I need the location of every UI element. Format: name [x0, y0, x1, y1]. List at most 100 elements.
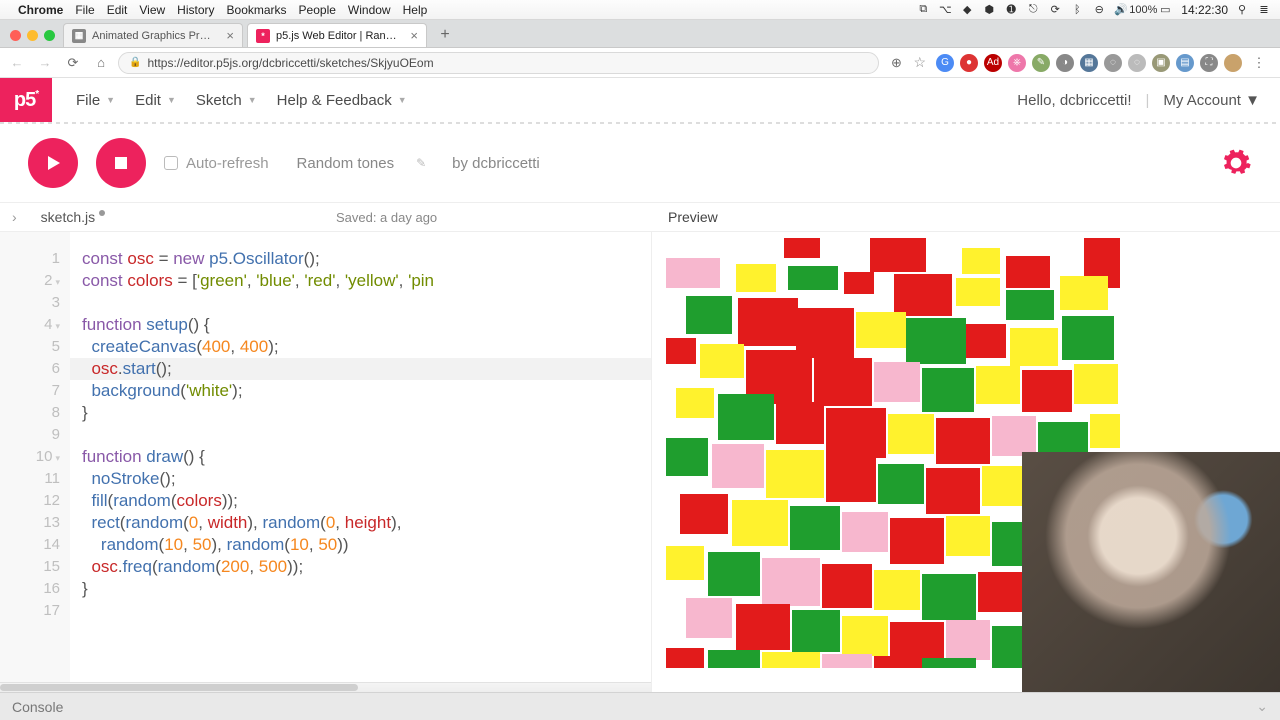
auto-refresh-checkbox[interactable] [164, 156, 178, 170]
code-content[interactable]: const osc = new p5.Oscillator(); const c… [70, 232, 651, 692]
favicon: * [256, 29, 270, 43]
zoom-icon[interactable]: ⊕ [885, 52, 907, 74]
chevron-down-icon: ▼ [106, 95, 115, 105]
menubar-icon[interactable]: ⎋ [1025, 3, 1041, 17]
menubar-icon[interactable]: ◆ [959, 3, 975, 17]
mac-menu-item[interactable]: Help [403, 3, 428, 17]
sidebar-expand-icon[interactable]: › [12, 209, 17, 225]
menubar-icon[interactable]: ⬢ [981, 3, 997, 17]
favicon: ▦ [72, 29, 86, 43]
minimize-window-button[interactable] [27, 30, 38, 41]
address-bar[interactable]: 🔒 https://editor.p5js.org/dcbriccetti/sk… [118, 52, 879, 74]
tab-title: p5.js Web Editor | Random… [276, 30, 400, 42]
url-text: https://editor.p5js.org/dcbriccetti/sket… [147, 56, 433, 70]
extension-icon[interactable]: G [936, 54, 954, 72]
settings-gear-icon[interactable] [1220, 147, 1252, 179]
extension-icon[interactable]: Ad [984, 54, 1002, 72]
extension-icon[interactable]: ▤ [1176, 54, 1194, 72]
p5-menu-item[interactable]: Sketch ▼ [196, 92, 257, 109]
save-status: Saved: a day ago [105, 210, 668, 225]
browser-toolbar: ← → ⟳ ⌂ 🔒 https://editor.p5js.org/dcbric… [0, 48, 1280, 78]
horizontal-scrollbar[interactable] [0, 682, 651, 692]
mac-menu-item[interactable]: Window [348, 3, 391, 17]
browser-tab[interactable]: ▦ Animated Graphics Programmi… × [63, 23, 243, 47]
extension-icon[interactable]: ◌ [1128, 54, 1146, 72]
mac-menu-item[interactable]: File [75, 3, 94, 17]
lock-icon: 🔒 [129, 57, 141, 68]
preview-pane [652, 232, 1280, 692]
p5-menu-item[interactable]: File ▼ [76, 92, 115, 109]
new-tab-button[interactable]: + [433, 25, 457, 45]
active-app-name[interactable]: Chrome [18, 3, 63, 17]
battery-icon[interactable]: ▭ [1157, 3, 1173, 17]
window-controls [6, 30, 63, 47]
chevron-down-icon: ▼ [1245, 92, 1260, 109]
battery-text: 100% [1135, 3, 1151, 17]
code-editor[interactable]: 1234567891011121314151617 const osc = ne… [0, 232, 652, 692]
profile-avatar[interactable] [1224, 54, 1242, 72]
divider: | [1146, 92, 1150, 109]
extensions-area: G ● Ad ⎈ ✎ ◑ ▦ ◌ ◌ ▣ ▤ ⛶ ⋮ [932, 52, 1274, 74]
stop-button[interactable] [96, 138, 146, 188]
sketch-toolbar: Auto-refresh Random tones ✎ by dcbriccet… [0, 124, 1280, 202]
editor-tabs-row: › sketch.js Saved: a day ago Preview [0, 202, 1280, 232]
mac-menu-item[interactable]: Edit [107, 3, 128, 17]
editor-split: 1234567891011121314151617 const osc = ne… [0, 232, 1280, 692]
auto-refresh-label: Auto-refresh [186, 155, 269, 172]
greeting-text: Hello, dcbriccetti! [1017, 92, 1131, 109]
bluetooth-icon[interactable]: ᛒ [1069, 3, 1085, 17]
browser-tab-strip: ▦ Animated Graphics Programmi… × * p5.js Web… [0, 20, 1280, 48]
back-button[interactable]: ← [6, 52, 28, 74]
spotlight-icon[interactable]: ⚲ [1234, 3, 1250, 17]
p5-logo[interactable]: p5* [0, 78, 52, 122]
console-panel-header[interactable]: Console ⌄ [0, 692, 1280, 720]
chevron-down-icon: ▼ [167, 95, 176, 105]
my-account-menu[interactable]: My Account ▼ [1163, 92, 1260, 109]
menubar-icon[interactable]: ⧉ [915, 3, 931, 17]
p5-menu-item[interactable]: Help & Feedback ▼ [277, 92, 407, 109]
menubar-clock[interactable]: 14:22:30 [1181, 3, 1228, 17]
wifi-icon[interactable]: ⊖ [1091, 3, 1107, 17]
p5-menu-item[interactable]: Edit ▼ [135, 92, 176, 109]
notifications-icon[interactable]: ≣ [1256, 3, 1272, 17]
home-button[interactable]: ⌂ [90, 52, 112, 74]
volume-icon[interactable]: 🔊 [1113, 3, 1129, 17]
extension-icon[interactable]: ✎ [1032, 54, 1050, 72]
extension-icon[interactable]: ◑ [1056, 54, 1074, 72]
sketch-name[interactable]: Random tones [297, 155, 395, 172]
menubar-icon[interactable]: ⟳ [1047, 3, 1063, 17]
extension-icon[interactable]: ⛶ [1200, 54, 1218, 72]
edit-name-icon[interactable]: ✎ [416, 156, 426, 170]
menubar-icon[interactable]: ➊ [1003, 3, 1019, 17]
extension-icon[interactable]: ▣ [1152, 54, 1170, 72]
reload-button[interactable]: ⟳ [62, 52, 84, 74]
webcam-overlay [1022, 452, 1280, 692]
close-window-button[interactable] [10, 30, 21, 41]
bookmark-star-icon[interactable]: ☆ [913, 54, 926, 71]
mac-menu-item[interactable]: Bookmarks [227, 3, 287, 17]
chevron-down-icon: ▼ [398, 95, 407, 105]
mac-menu-item[interactable]: People [299, 3, 336, 17]
zoom-window-button[interactable] [44, 30, 55, 41]
sketch-author: by dcbriccetti [452, 155, 540, 172]
tab-close-icon[interactable]: × [226, 28, 234, 43]
chrome-menu-button[interactable]: ⋮ [1248, 52, 1270, 74]
extension-icon[interactable]: ⎈ [1008, 54, 1026, 72]
chevron-down-icon: ▼ [248, 95, 257, 105]
p5-editor-navbar: p5* File ▼ Edit ▼ Sketch ▼ Help & Feedback … [0, 78, 1280, 122]
tab-title: Animated Graphics Programmi… [92, 30, 216, 42]
play-button[interactable] [28, 138, 78, 188]
forward-button[interactable]: → [34, 52, 56, 74]
console-collapse-icon[interactable]: ⌄ [1256, 698, 1268, 715]
preview-label: Preview [668, 209, 1268, 225]
extension-icon[interactable]: ◌ [1104, 54, 1122, 72]
console-label: Console [12, 699, 63, 715]
mac-menu-item[interactable]: View [139, 3, 165, 17]
mac-menu-item[interactable]: History [177, 3, 214, 17]
extension-icon[interactable]: ● [960, 54, 978, 72]
menubar-icon[interactable]: ⌥ [937, 3, 953, 17]
extension-icon[interactable]: ▦ [1080, 54, 1098, 72]
browser-tab[interactable]: * p5.js Web Editor | Random… × [247, 23, 427, 47]
tab-close-icon[interactable]: × [410, 28, 418, 43]
filename-tab[interactable]: sketch.js [41, 209, 105, 225]
